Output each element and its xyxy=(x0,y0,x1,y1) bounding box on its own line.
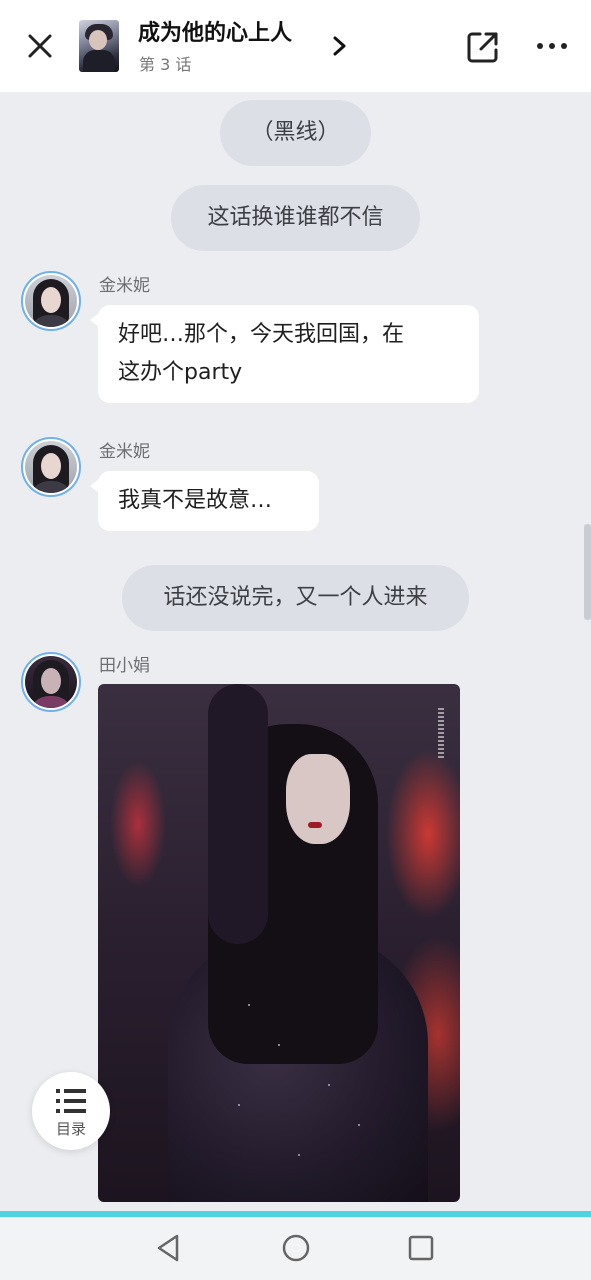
narration-bubble: 这话换谁谁都不信 xyxy=(171,185,420,251)
message-bubble: 我真不是故意… xyxy=(90,471,319,531)
sender-name: 田小娟 xyxy=(99,656,150,676)
message-photo[interactable] xyxy=(98,684,460,1202)
top-bar: 成为他的心上人 第 3 话 xyxy=(0,0,591,92)
sender-name: 金米妮 xyxy=(99,276,150,296)
system-nav-bar xyxy=(0,1217,591,1280)
message-line: 好吧…那个，今天我回国，在 xyxy=(118,322,405,347)
sender-name: 金米妮 xyxy=(99,442,150,462)
narration-bubble: （黑线） xyxy=(220,100,371,166)
home-circle-icon xyxy=(282,1234,310,1262)
message-bubble: 好吧…那个，今天我回国，在 这办个party xyxy=(90,305,479,403)
share-button[interactable] xyxy=(464,28,502,66)
more-button[interactable] xyxy=(534,34,570,58)
toc-button[interactable]: 目录 xyxy=(32,1072,110,1150)
story-detail-link[interactable] xyxy=(330,34,350,58)
scrollbar[interactable] xyxy=(584,524,591,620)
nav-recents-button[interactable] xyxy=(406,1233,436,1263)
recents-square-icon xyxy=(408,1235,434,1261)
nav-home-button[interactable] xyxy=(281,1233,311,1263)
close-button[interactable] xyxy=(22,28,58,64)
close-icon xyxy=(28,34,52,58)
narration-bubble: 话还没说完，又一个人进来 xyxy=(122,565,469,631)
chat-area[interactable]: （黑线） 这话换谁谁都不信 金米妮 好吧…那个，今天我回国，在 这办个party… xyxy=(0,92,591,1212)
share-icon xyxy=(467,32,498,63)
nav-back-button[interactable] xyxy=(154,1233,184,1263)
story-title[interactable]: 成为他的心上人 xyxy=(138,19,292,49)
message-line: 我真不是故意… xyxy=(118,488,273,513)
list-icon xyxy=(56,1089,86,1113)
chevron-right-icon xyxy=(333,36,346,56)
avatar[interactable] xyxy=(21,652,81,712)
avatar[interactable] xyxy=(21,437,81,497)
message-line: 这办个party xyxy=(118,360,243,385)
back-triangle-icon xyxy=(157,1234,179,1262)
episode-label: 第 3 话 xyxy=(139,55,192,74)
toc-label: 目录 xyxy=(55,1120,86,1138)
story-cover-image[interactable] xyxy=(79,20,119,72)
more-icon xyxy=(537,43,567,49)
avatar[interactable] xyxy=(21,271,81,331)
